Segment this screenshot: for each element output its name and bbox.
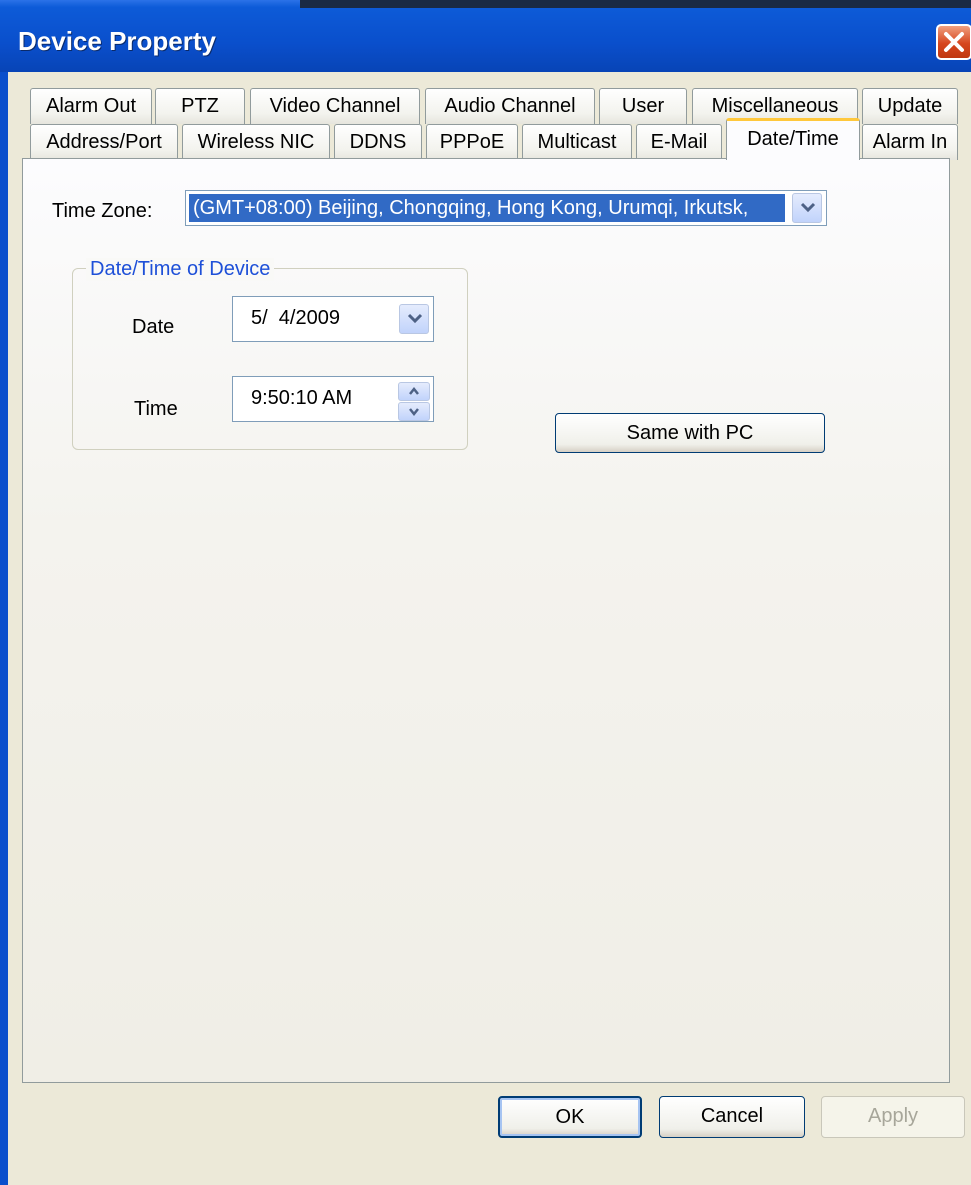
tab-wireless-nic[interactable]: Wireless NIC	[182, 124, 330, 160]
tab-pppoe[interactable]: PPPoE	[426, 124, 518, 160]
close-button[interactable]	[936, 24, 971, 60]
tab-multicast[interactable]: Multicast	[522, 124, 632, 160]
device-property-dialog: Device Property Alarm Out PTZ Video Chan…	[0, 0, 971, 1185]
time-zone-select[interactable]: (GMT+08:00) Beijing, Chongqing, Hong Kon…	[185, 190, 827, 226]
title-bar-top-edge	[300, 0, 971, 8]
close-icon	[944, 32, 964, 52]
same-with-pc-button[interactable]: Same with PC	[555, 413, 825, 453]
tab-date-time[interactable]: Date/Time	[726, 118, 860, 160]
apply-button[interactable]: Apply	[821, 1096, 965, 1138]
date-dropdown-button[interactable]	[399, 304, 429, 334]
tab-video-channel[interactable]: Video Channel	[250, 88, 420, 124]
window-title: Device Property	[18, 26, 216, 56]
tab-ddns[interactable]: DDNS	[334, 124, 422, 160]
time-spinner[interactable]	[398, 382, 432, 422]
tab-ptz[interactable]: PTZ	[155, 88, 245, 124]
time-spin-down-button[interactable]	[398, 402, 430, 421]
tab-audio-channel[interactable]: Audio Channel	[425, 88, 595, 124]
tab-user[interactable]: User	[599, 88, 687, 124]
tab-alarm-out[interactable]: Alarm Out	[30, 88, 152, 124]
time-zone-label: Time Zone:	[52, 200, 153, 222]
group-title: Date/Time of Device	[86, 258, 275, 281]
tab-e-mail[interactable]: E-Mail	[636, 124, 722, 160]
time-spin-up-button[interactable]	[398, 382, 430, 401]
ok-button[interactable]: OK	[498, 1096, 642, 1138]
window-left-border	[0, 72, 8, 1185]
chevron-up-icon	[409, 386, 419, 395]
tab-address-port[interactable]: Address/Port	[30, 124, 178, 160]
tab-update[interactable]: Update	[862, 88, 958, 124]
date-value: 5/ 4/2009	[251, 307, 340, 329]
time-zone-dropdown-button[interactable]	[792, 193, 822, 223]
chevron-down-icon	[409, 408, 419, 417]
tab-alarm-in[interactable]: Alarm In	[862, 124, 958, 160]
time-zone-selected-value: (GMT+08:00) Beijing, Chongqing, Hong Kon…	[188, 193, 786, 223]
cancel-button[interactable]: Cancel	[659, 1096, 805, 1138]
title-bar[interactable]: Device Property	[0, 0, 971, 72]
date-picker[interactable]: 5/ 4/2009	[232, 296, 434, 342]
date-label: Date	[132, 316, 175, 338]
chevron-down-icon	[407, 313, 423, 324]
time-value: 9:50:10 AM	[251, 387, 353, 409]
time-label: Time	[134, 398, 178, 420]
chevron-down-icon	[800, 202, 816, 213]
